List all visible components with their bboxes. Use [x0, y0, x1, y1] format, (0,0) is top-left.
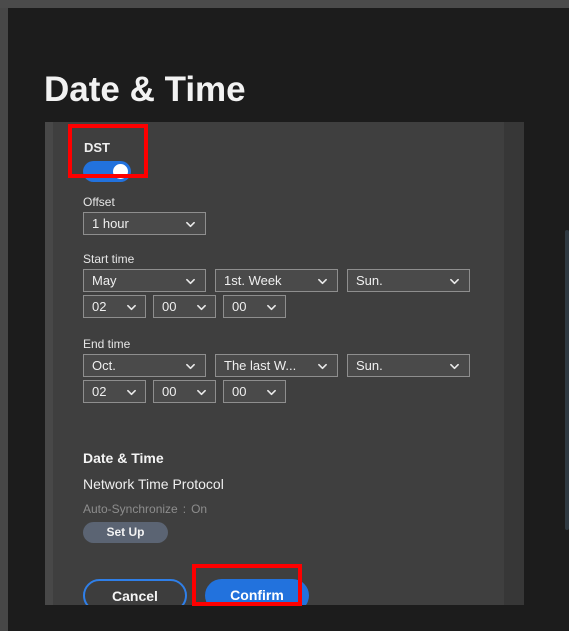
confirm-button[interactable]: Confirm — [205, 579, 309, 605]
start-second-select[interactable]: 00 — [223, 295, 286, 318]
end-minute-value: 00 — [162, 384, 177, 399]
panel-content: DST Offset 1 hour Start time May 1st. We… — [53, 122, 504, 605]
start-time-label: Start time — [83, 252, 135, 266]
start-week-select[interactable]: 1st. Week — [215, 269, 338, 292]
end-month-select[interactable]: Oct. — [83, 354, 206, 377]
chevron-down-icon — [186, 277, 195, 286]
auto-synchronize-value: On — [191, 502, 208, 516]
chevron-down-icon — [450, 277, 459, 286]
chevron-down-icon — [127, 388, 136, 397]
start-month-value: May — [92, 273, 117, 288]
chevron-down-icon — [267, 303, 276, 312]
chevron-down-icon — [197, 388, 206, 397]
set-up-button-label: Set Up — [106, 525, 145, 539]
end-hour-select[interactable]: 02 — [83, 380, 146, 403]
offset-select-value: 1 hour — [92, 216, 129, 231]
start-week-value: 1st. Week — [224, 273, 282, 288]
end-day-select[interactable]: Sun. — [347, 354, 470, 377]
auto-synchronize-status: Auto-Synchronize: On — [83, 502, 207, 516]
auto-synchronize-separator: : — [182, 502, 187, 516]
cancel-button-label: Cancel — [112, 588, 158, 604]
cancel-button[interactable]: Cancel — [83, 579, 187, 605]
start-minute-value: 00 — [162, 299, 177, 314]
end-minute-select[interactable]: 00 — [153, 380, 216, 403]
end-hour-value: 02 — [92, 384, 107, 399]
chevron-down-icon — [450, 362, 459, 371]
start-minute-select[interactable]: 00 — [153, 295, 216, 318]
chevron-down-icon — [186, 362, 195, 371]
chevron-down-icon — [318, 362, 327, 371]
chevron-down-icon — [186, 220, 195, 229]
start-month-select[interactable]: May — [83, 269, 206, 292]
start-day-value: Sun. — [356, 273, 383, 288]
auto-synchronize-label: Auto-Synchronize — [83, 502, 178, 516]
section-title-date-time: Date & Time — [83, 450, 164, 466]
chevron-down-icon — [318, 277, 327, 286]
page-viewport: Date & Time DST Offset 1 hour Start time — [8, 8, 569, 631]
offset-select[interactable]: 1 hour — [83, 212, 206, 235]
ntp-title: Network Time Protocol — [83, 476, 224, 492]
start-hour-value: 02 — [92, 299, 107, 314]
start-hour-select[interactable]: 02 — [83, 295, 146, 318]
panel-scrollbar-gutter[interactable] — [504, 122, 524, 605]
chevron-down-icon — [267, 388, 276, 397]
start-day-select[interactable]: Sun. — [347, 269, 470, 292]
set-up-button[interactable]: Set Up — [83, 522, 168, 543]
page-title: Date & Time — [44, 70, 246, 109]
end-day-value: Sun. — [356, 358, 383, 373]
confirm-button-label: Confirm — [230, 587, 284, 603]
dst-toggle-switch[interactable] — [83, 161, 131, 182]
window-chrome-top-strip — [0, 0, 569, 8]
end-month-value: Oct. — [92, 358, 116, 373]
offset-label: Offset — [83, 195, 115, 209]
toggle-on-icon — [113, 164, 128, 179]
dst-block: DST — [76, 130, 154, 186]
end-second-value: 00 — [232, 384, 247, 399]
end-second-select[interactable]: 00 — [223, 380, 286, 403]
panel-left-edge — [45, 122, 53, 605]
dst-label: DST — [84, 140, 110, 155]
start-second-value: 00 — [232, 299, 247, 314]
window-chrome-left-strip — [0, 8, 8, 631]
chevron-down-icon — [197, 303, 206, 312]
end-time-label: End time — [83, 337, 131, 351]
end-week-select[interactable]: The last W... — [215, 354, 338, 377]
end-week-value: The last W... — [224, 358, 297, 373]
chevron-down-icon — [127, 303, 136, 312]
page-scrollbar-thumb[interactable] — [565, 230, 569, 530]
date-time-settings-panel: DST Offset 1 hour Start time May 1st. We… — [45, 122, 524, 605]
page-scrollbar-track[interactable] — [565, 8, 569, 631]
